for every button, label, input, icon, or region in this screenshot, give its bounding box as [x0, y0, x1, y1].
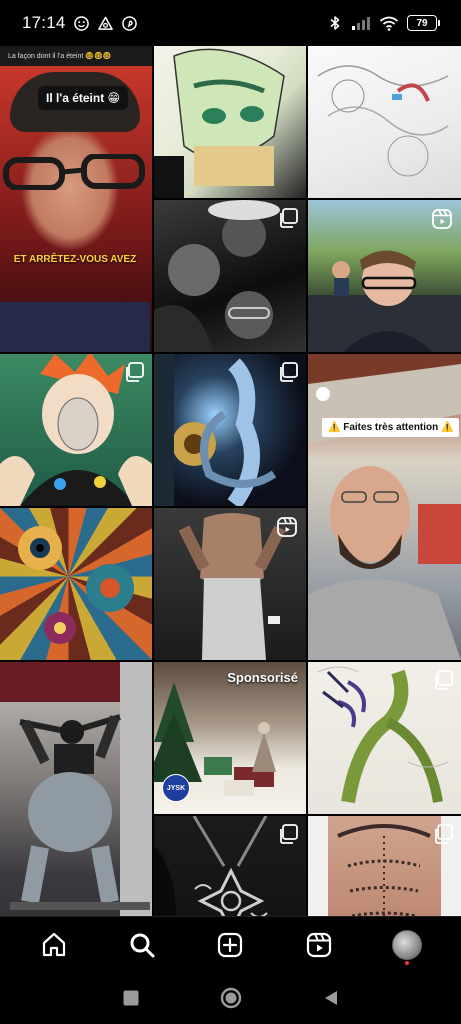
emoji-icon — [74, 15, 90, 31]
bottom-nav — [0, 916, 461, 972]
search-icon — [130, 933, 155, 957]
man-selfie — [308, 354, 461, 660]
post-tile-10[interactable] — [154, 508, 306, 660]
circle-icon — [220, 987, 241, 1009]
warning-banner: ⚠️ Faites très attention ⚠️ — [322, 418, 460, 437]
status-left: 17:14 — [22, 13, 138, 33]
post-tile-13[interactable] — [308, 662, 461, 814]
status-right: 79 — [327, 15, 440, 31]
reel-icon — [432, 209, 452, 229]
battery-icon: 79 — [407, 15, 440, 31]
brand-badge[interactable]: JYSK — [162, 774, 190, 802]
reel-icon — [277, 517, 297, 537]
post-tile-3[interactable] — [308, 46, 461, 198]
signal-icon — [351, 15, 371, 31]
multi-photo-icon — [435, 824, 453, 844]
profile-avatar — [391, 929, 422, 960]
multi-photo-icon — [435, 670, 453, 690]
post-tile-4[interactable] — [154, 200, 306, 352]
multi-photo-icon — [280, 824, 298, 844]
nav-reels[interactable] — [297, 923, 341, 967]
meme-caption: ET ARRÊTEZ-VOUS AVEZ — [13, 254, 137, 265]
home-icon — [42, 932, 66, 956]
pencil-sketch — [317, 65, 449, 177]
battery-level: 79 — [416, 17, 428, 29]
nav-search[interactable] — [120, 923, 164, 967]
home-button[interactable] — [220, 987, 242, 1009]
clock: 17:14 — [22, 13, 66, 32]
nav-profile[interactable] — [385, 923, 429, 967]
back-button[interactable] — [320, 987, 342, 1009]
post-tile-5[interactable] — [308, 200, 461, 352]
reels-icon — [306, 932, 331, 957]
recents-button[interactable] — [120, 987, 142, 1009]
post-tile-7[interactable] — [154, 354, 306, 506]
multi-photo-icon — [280, 362, 298, 382]
square-icon — [123, 990, 138, 1006]
post-tile-2[interactable] — [154, 46, 306, 198]
post-tile-1[interactable]: La façon dont il l'a éteint 🤓🤓🤓 Il l'a é… — [0, 46, 152, 352]
post-tile-6[interactable] — [0, 354, 152, 506]
bluetooth-icon — [327, 15, 343, 31]
nav-home[interactable] — [32, 923, 76, 967]
post-tile-8[interactable]: ⚠️ Faites très attention ⚠️ — [308, 354, 461, 660]
nav-create[interactable] — [208, 923, 252, 967]
psychedelic-art — [18, 526, 134, 644]
shirt-shape — [0, 302, 150, 352]
warning-icon — [98, 15, 114, 31]
explore-grid: La façon dont il l'a éteint 🤓🤓🤓 Il l'a é… — [0, 46, 461, 966]
anime-drawing — [154, 48, 285, 198]
create-icon — [218, 932, 243, 957]
speech-bubble: Il l'a éteint 😁 — [38, 86, 129, 110]
multi-photo-icon — [126, 362, 144, 382]
back-triangle-icon — [324, 991, 337, 1005]
post-tile-9[interactable] — [0, 508, 152, 660]
notification-dot — [404, 960, 409, 965]
status-bar: 17:14 79 — [0, 0, 461, 46]
post-top-caption: La façon dont il l'a éteint 🤓🤓🤓 — [8, 53, 112, 60]
sponsored-label: Sponsorisé — [227, 670, 298, 685]
glasses-image — [3, 154, 145, 190]
wifi-icon — [379, 15, 399, 31]
post-tile-12[interactable]: Sponsorisé JYSK — [154, 662, 306, 814]
system-nav — [0, 972, 461, 1024]
pinterest-icon — [122, 15, 138, 31]
multi-photo-icon — [280, 208, 298, 228]
